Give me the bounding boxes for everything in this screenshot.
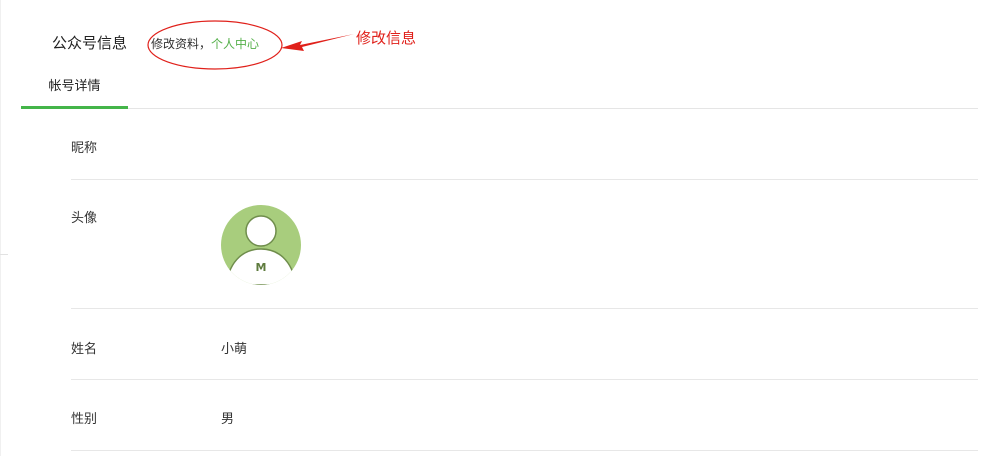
avatar-badge: M — [256, 261, 267, 274]
avatar-figure-icon: M — [225, 215, 297, 285]
nickname-label: 昵称 — [71, 141, 98, 156]
detail-row-nickname: 昵称 — [71, 108, 978, 180]
user-avatar-icon: M — [221, 205, 301, 285]
tab-bar: 帐号详情 — [21, 68, 978, 109]
detail-row-gender: 性别 男 — [71, 380, 978, 451]
edit-hint-text: 修改资料， — [151, 37, 212, 51]
page: 公众号信息 修改资料，个人中心 帐号详情 昵称 头像 M 姓名 小萌 性别 男 … — [0, 0, 1006, 456]
detail-row-name: 姓名 小萌 — [71, 309, 978, 380]
detail-row-avatar: 头像 M — [71, 180, 978, 309]
edit-hint: 修改资料，个人中心 — [151, 35, 259, 52]
gender-label: 性别 — [71, 412, 98, 427]
personal-center-link[interactable]: 个人中心 — [211, 37, 259, 51]
left-divider — [0, 254, 8, 255]
name-value: 小萌 — [221, 342, 248, 357]
name-label: 姓名 — [71, 342, 98, 357]
gender-value: 男 — [221, 412, 235, 427]
annotation-label: 修改信息 — [356, 29, 417, 47]
avatar-label: 头像 — [71, 211, 98, 226]
left-border — [0, 0, 1, 456]
account-info-panel: 公众号信息 修改资料，个人中心 帐号详情 昵称 头像 M 姓名 小萌 性别 男 — [21, 0, 978, 456]
page-title: 公众号信息 — [52, 34, 128, 52]
tab-account-details[interactable]: 帐号详情 — [21, 68, 128, 109]
